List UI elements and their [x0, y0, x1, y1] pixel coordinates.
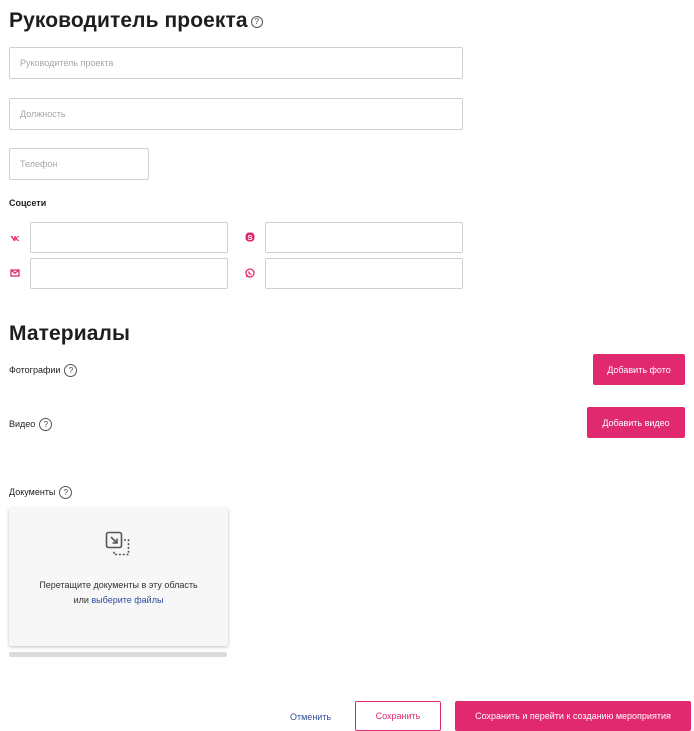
cancel-link[interactable]: Отменить: [290, 712, 331, 722]
email-input[interactable]: [30, 258, 228, 289]
materials-section-title: Материалы: [9, 322, 130, 345]
help-icon[interactable]: ?: [64, 364, 78, 377]
dropzone-scrollbar[interactable]: [9, 652, 227, 657]
help-icon[interactable]: ?: [39, 418, 53, 431]
add-video-button[interactable]: Добавить видео: [587, 407, 685, 438]
dropzone-instruction: Перетащите документы в эту область: [39, 580, 198, 590]
email-icon: [10, 269, 20, 277]
help-icon[interactable]: ?: [250, 16, 263, 28]
skype-input[interactable]: [265, 222, 463, 253]
vk-icon: [10, 236, 20, 241]
save-and-continue-button[interactable]: Сохранить и перейти к созданию мероприят…: [455, 701, 691, 731]
photos-label: Фотографии: [9, 365, 61, 375]
vk-input[interactable]: [30, 222, 228, 253]
manager-title-text: Руководитель проекта: [9, 9, 248, 32]
dropzone-text: Перетащите документы в эту область или в…: [9, 578, 228, 608]
documents-row: Документы?: [9, 486, 73, 499]
video-row: Видео?: [9, 418, 53, 431]
photos-row: Фотографии?: [9, 364, 78, 377]
skype-icon: S: [245, 232, 255, 242]
video-label: Видео: [9, 419, 36, 429]
socials-label: Соцсети: [9, 198, 47, 208]
documents-dropzone[interactable]: Перетащите документы в эту область или в…: [9, 508, 228, 646]
svg-text:S: S: [247, 233, 252, 242]
dropzone-secondary: или выберите файлы: [9, 593, 228, 608]
save-button[interactable]: Сохранить: [355, 701, 441, 731]
phone-input[interactable]: [9, 148, 149, 180]
add-photo-button[interactable]: Добавить фото: [593, 354, 685, 385]
position-input[interactable]: [9, 98, 463, 130]
drag-drop-icon: [105, 531, 130, 556]
dropzone-or: или: [73, 595, 89, 605]
manager-section-title: Руководитель проекта?: [9, 9, 263, 33]
documents-label: Документы: [9, 487, 56, 497]
help-icon[interactable]: ?: [59, 486, 73, 499]
choose-files-link[interactable]: выберите файлы: [91, 595, 163, 605]
whatsapp-icon: [245, 268, 255, 278]
manager-name-input[interactable]: [9, 47, 463, 79]
whatsapp-input[interactable]: [265, 258, 463, 289]
